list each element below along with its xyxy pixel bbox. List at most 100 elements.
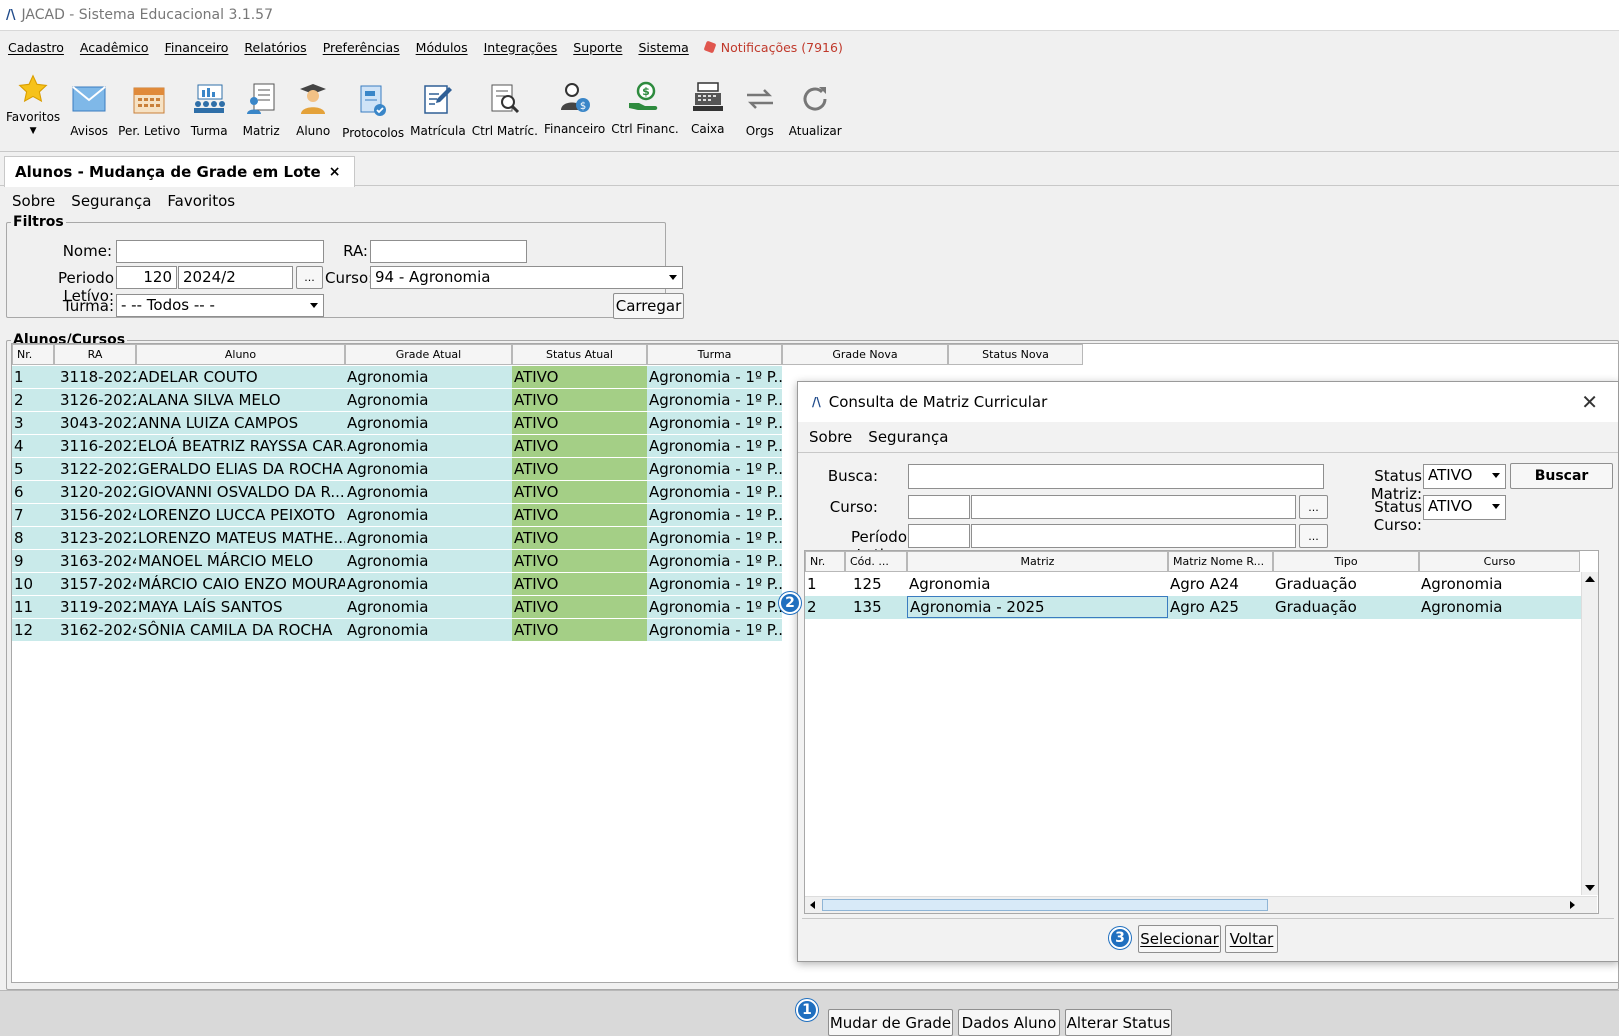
scroll-down-icon[interactable] (1585, 885, 1595, 891)
table-row[interactable]: 6 3120-2022 GIOVANNI OSVALDO DA R... Agrono… (12, 481, 782, 503)
col-header-matriz[interactable]: Matriz (907, 551, 1168, 572)
menu-financeiro[interactable]: Financeiro (165, 40, 229, 55)
periodo-input[interactable]: 2024/2 (178, 266, 293, 289)
menu-sistema[interactable]: Sistema (638, 40, 688, 55)
horizontal-scrollbar[interactable] (805, 896, 1597, 913)
menu-seguranca[interactable]: Segurança (71, 192, 151, 210)
menu-favoritos[interactable]: Favoritos (167, 192, 235, 210)
col-header-nr[interactable]: Nr. (12, 344, 54, 365)
turma-select[interactable]: - -- Todos -- - (116, 294, 324, 317)
buscar-button[interactable]: Buscar (1510, 463, 1613, 489)
dialog-menu-sobre[interactable]: Sobre (809, 428, 852, 446)
busca-input[interactable] (908, 464, 1324, 489)
table-row[interactable]: 1 3118-2022 ADELAR COUTO Agronomia ATIVO Agro… (12, 366, 782, 388)
scroll-left-icon[interactable] (810, 901, 815, 909)
chevron-down-icon[interactable]: ▼ (30, 126, 37, 136)
periodo-lookup-button[interactable]: ... (296, 266, 323, 289)
cell-ra: 3116-2022 (60, 437, 136, 455)
selecionar-button[interactable]: Selecionar (1138, 925, 1221, 953)
menu-notificacoes[interactable]: Notificações (7916) (703, 40, 843, 55)
table-row[interactable]: 8 3123-2022 LORENZO MATEUS MATHE... Agronom… (12, 527, 782, 549)
close-icon[interactable]: × (329, 164, 341, 180)
col-header-aluno[interactable]: Aluno (136, 344, 345, 365)
dados-aluno-button[interactable]: Dados Aluno (958, 1009, 1060, 1036)
col-header-turma[interactable]: Turma (647, 344, 782, 365)
scroll-right-icon[interactable] (1570, 901, 1575, 909)
dialog-curso-lookup-button[interactable]: ... (1299, 495, 1328, 519)
cell-turma: Agronomia - 1º P... (649, 437, 782, 455)
toolbar-turma[interactable]: Turma (186, 80, 232, 138)
tab-title: Alunos - Mudança de Grade em Lote (15, 163, 321, 181)
toolbar-matricula[interactable]: Matrícula (410, 80, 466, 138)
menu-cadastro[interactable]: Cadastro (8, 40, 64, 55)
scroll-thumb[interactable] (822, 899, 1268, 911)
dialog-curso-code-input[interactable] (908, 495, 970, 519)
alterar-status-button[interactable]: Alterar Status (1065, 1009, 1172, 1036)
menu-sobre[interactable]: Sobre (12, 192, 55, 210)
table-row[interactable]: 9 3163-2024 MANOEL MÁRCIO MELO Agronomia ATI… (12, 550, 782, 572)
table-row[interactable]: 1 125 Agronomia Agro A24 Graduação Agron… (805, 573, 1597, 596)
periodo-code-input[interactable]: 120 (116, 266, 177, 289)
col-header-status-atual[interactable]: Status Atual (512, 344, 647, 365)
dialog-curso-input[interactable] (971, 495, 1296, 519)
col-header-ra[interactable]: RA (54, 344, 136, 365)
toolbar-label: Ctrl Financ. (611, 122, 679, 136)
table-row[interactable]: 12 3162-2024 SÔNIA CAMILA DA ROCHA Agronomi… (12, 619, 782, 641)
col-header-status-nova[interactable]: Status Nova (948, 344, 1083, 365)
toolbar-caixa[interactable]: Caixa (685, 78, 731, 136)
menu-suporte[interactable]: Suporte (573, 40, 622, 55)
table-row[interactable]: 11 3119-2022 MAYA LAÍS SANTOS Agronomia ATIV… (12, 596, 782, 618)
vertical-scrollbar[interactable] (1581, 572, 1598, 895)
table-row[interactable]: 4 3116-2022 ELOÁ BEATRIZ RAYSSA CAR... Agro… (12, 435, 782, 457)
menu-academico[interactable]: Acadêmico (80, 40, 149, 55)
carregar-button[interactable]: Carregar (613, 293, 684, 319)
col-header-nr[interactable]: Nr. (805, 551, 845, 572)
toolbar-ctrl-financ[interactable]: $ Ctrl Financ. (611, 78, 679, 136)
status-matriz-select[interactable]: ATIVO (1423, 464, 1506, 489)
dialog-menu-seguranca[interactable]: Segurança (868, 428, 948, 446)
toolbar-ctrl-matric[interactable]: Ctrl Matríc. (472, 80, 538, 138)
table-row[interactable]: 7 3156-2024 LORENZO LUCCA PEIXOTO Agronomia… (12, 504, 782, 526)
step-badge-3: 3 (1109, 927, 1131, 949)
tab-mudanca-grade[interactable]: Alunos - Mudança de Grade em Lote × (4, 156, 356, 187)
scroll-up-icon[interactable] (1585, 576, 1595, 582)
table-row[interactable]: 3 3043-2022 ANNA LUIZA CAMPOS Agronomia ATIV… (12, 412, 782, 434)
cell-ra: 3122-2022 (60, 460, 136, 478)
table-row[interactable]: 5 3122-2022 GERALDO ELIAS DA ROCHA Agronomi… (12, 458, 782, 480)
menu-relatorios[interactable]: Relatórios (244, 40, 306, 55)
cell-ra: 3118-2022 (60, 368, 136, 386)
table-row[interactable]: 2 3126-2022 ALANA SILVA MELO Agronomia ATIVO… (12, 389, 782, 411)
status-curso-select[interactable]: ATIVO (1423, 495, 1506, 520)
menu-preferencias[interactable]: Preferências (323, 40, 400, 55)
table-row-selected[interactable]: 2 135 Agronomia - 2025 Agro A25 Graduaçã… (805, 596, 1597, 619)
cell-nr: 1 (14, 368, 24, 386)
col-header-grade-atual[interactable]: Grade Atual (345, 344, 512, 365)
toolbar-atualizar[interactable]: Atualizar (789, 80, 842, 138)
toolbar-matriz[interactable]: Matriz (238, 80, 284, 138)
col-header-curso[interactable]: Curso (1419, 551, 1580, 572)
dialog-periodo-input[interactable] (971, 524, 1296, 548)
dialog-periodo-lookup-button[interactable]: ... (1299, 524, 1328, 548)
ra-input[interactable] (370, 240, 527, 263)
table-row[interactable]: 10 3157-2024 MÁRCIO CAIO ENZO MOURA Agronom… (12, 573, 782, 595)
toolbar-orgs[interactable]: Orgs (737, 80, 783, 138)
col-header-matriz-nome[interactable]: Matriz Nome R... (1168, 551, 1273, 572)
close-icon[interactable]: ✕ (1581, 390, 1598, 414)
voltar-button[interactable]: Voltar (1225, 925, 1278, 953)
toolbar-avisos[interactable]: Avisos (66, 80, 112, 138)
toolbar-financeiro[interactable]: $ Financeiro (544, 78, 605, 136)
col-header-cod[interactable]: Cód. ... (845, 551, 907, 572)
toolbar-protocolos[interactable]: Protocolos (342, 82, 404, 140)
curso-select[interactable]: 94 - Agronomia (370, 266, 683, 289)
dialog-periodo-code-input[interactable] (908, 524, 970, 548)
mudar-grade-button[interactable]: Mudar de Grade (828, 1009, 953, 1036)
toolbar-per-letivo[interactable]: Per. Letivo (118, 80, 180, 138)
col-header-grade-nova[interactable]: Grade Nova (782, 344, 948, 365)
col-header-tipo[interactable]: Tipo (1273, 551, 1419, 572)
toolbar-favoritos[interactable]: Favoritos ▼ (6, 70, 60, 136)
menu-modulos[interactable]: Módulos (416, 40, 468, 55)
nome-input[interactable] (116, 240, 324, 263)
toolbar-aluno[interactable]: Aluno (290, 80, 336, 138)
busca-label: Busca: (827, 467, 878, 485)
menu-integracoes[interactable]: Integrações (484, 40, 558, 55)
